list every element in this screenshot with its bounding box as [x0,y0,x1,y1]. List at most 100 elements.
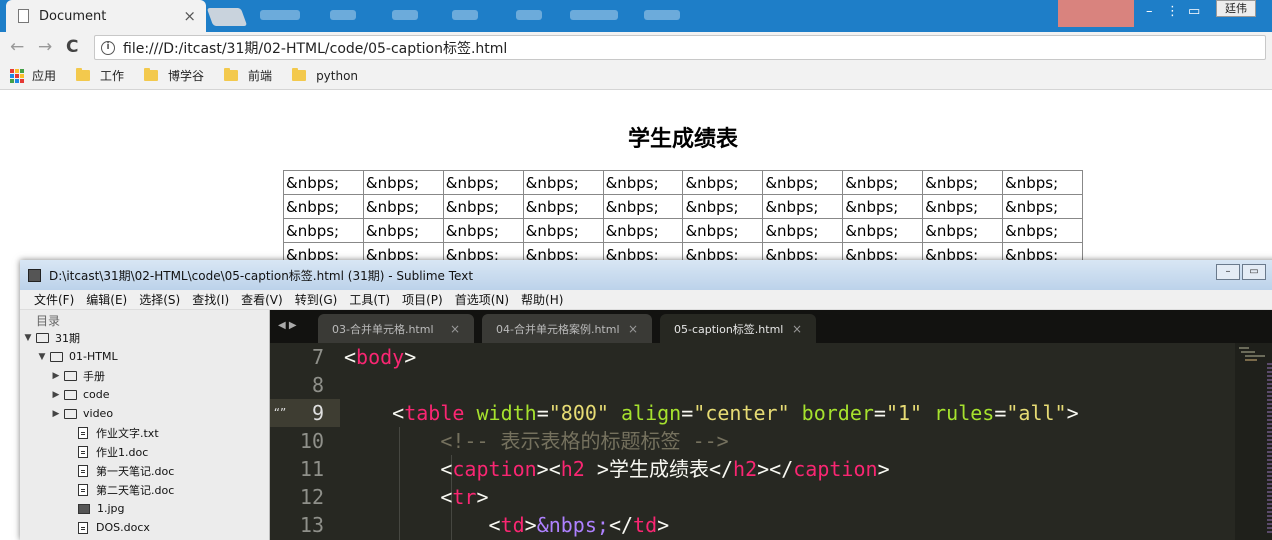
tree-item-label: 作业文字.txt [96,426,159,440]
window-title: D:\itcast\31期\02-HTML\code\05-caption标签.… [49,268,474,283]
menu-icon[interactable]: ⋮ [1166,4,1179,19]
line-number: 10 [299,429,324,453]
disclosure-open-icon[interactable]: ▼ [36,352,48,362]
table-row: &nbps; &nbps; &nbps; &nbps; &nbps; &nbps; &nbp… [283,170,1083,195]
file-icon [78,483,88,496]
tab-04-merge-cells-example[interactable]: 04-合并单元格案例.html × [482,314,652,343]
tree-folder[interactable]: ▶ 手册 [20,366,269,385]
disclosure-closed-icon[interactable]: ▶ [50,390,62,400]
folder-icon [292,68,307,81]
table-cell: &nbps; [922,170,1004,195]
maximize-icon[interactable]: ▭ [1188,4,1200,19]
blurred-background-tab [516,10,542,20]
new-tab-button[interactable] [206,8,248,26]
tree-folder[interactable]: ▶ video [20,404,269,423]
bookmark-folder-boxuegu[interactable]: 博学谷 [144,67,204,84]
menu-item[interactable]: 转到(G) [295,291,338,308]
tab-title: Document [39,8,107,24]
file-icon [78,464,88,477]
tree-file[interactable]: 1.jpg [20,499,269,518]
menu-item[interactable]: 帮助(H) [521,291,563,308]
table-cell: &nbps; [283,194,364,219]
table-cell: &nbps; [842,170,924,195]
info-icon[interactable]: i [101,40,115,55]
bookmark-folder-frontend[interactable]: 前端 [224,67,272,84]
blurred-background-tab [260,10,300,20]
folder-icon [50,351,63,362]
tree-file[interactable]: 作业1.doc [20,442,269,461]
url-text[interactable]: file:///D:/itcast/31期/02-HTML/code/05-ca… [123,38,507,58]
browser-tab-document[interactable]: Document × [6,0,206,32]
minimize-window-icon[interactable]: – [1216,264,1240,280]
menu-item[interactable]: 文件(F) [34,291,74,308]
bookmark-label: python [316,68,359,83]
bookmark-label: 前端 [248,69,273,83]
disclosure-open-icon[interactable]: ▼ [22,333,34,343]
close-icon[interactable]: × [628,322,638,336]
address-bar[interactable]: i file:///D:/itcast/31期/02-HTML/code/05-… [94,35,1266,60]
close-tab-icon[interactable]: × [183,7,196,25]
menu-item[interactable]: 选择(S) [139,291,180,308]
tab-03-merge-cells[interactable]: 03-合并单元格.html × [318,314,474,343]
tree-file[interactable]: 作业文字.txt [20,423,269,442]
table-cell: &nbps; [442,194,524,219]
tree-file[interactable]: 第一天笔记.doc [20,461,269,480]
bookmark-label: 博学谷 [168,69,205,83]
folder-icon [76,68,91,81]
tree-folder[interactable]: ▼ 31期 [20,328,269,347]
minimize-icon[interactable]: – [1146,4,1153,19]
sublime-window: D:\itcast\31期\02-HTML\code\05-caption标签.… [20,260,1272,540]
minimap[interactable] [1235,343,1272,540]
menu-item[interactable]: 首选项(N) [455,291,509,308]
line-number: 7 [311,345,324,369]
blurred-overlay-block [1058,0,1134,27]
apps-grid-icon [10,68,24,83]
bookmark-label: 工作 [100,69,125,83]
tree-item-label: 31期 [55,331,80,345]
file-icon [78,445,88,458]
blurred-background-tab [644,10,680,20]
menu-item[interactable]: 查看(V) [241,291,283,308]
sublime-menu-bar: 文件(F) 编辑(E) 选择(S) 查找(I) 查看(V) 转到(G) 工具(T) 项目(P)… [20,290,1272,310]
tree-file[interactable]: DOS.docx [20,518,269,537]
bookmark-folder-work[interactable]: 工作 [76,67,124,84]
back-arrow-icon[interactable]: ← [10,37,24,57]
reload-icon[interactable]: C [66,37,78,57]
table-cell: &nbps; [602,170,684,195]
bookmark-apps[interactable]: 应用 [10,67,56,84]
forward-arrow-icon[interactable]: → [38,37,52,57]
blurred-background-tab [452,10,478,20]
table-cell: &nbps; [1002,170,1083,195]
code-editor[interactable]: “” 7 8 9 10 11 12 13 <body> <table width="800"… [270,343,1272,540]
tree-folder[interactable]: ▶ code [20,385,269,404]
bookmark-label: 应用 [32,69,57,83]
table-cell: &nbps; [682,218,764,243]
line-number: 9 [311,401,324,425]
code-line: <tr> [440,485,489,509]
menu-item[interactable]: 项目(P) [402,291,443,308]
menu-item[interactable]: 工具(T) [349,291,390,308]
close-icon[interactable]: × [792,322,802,336]
close-icon[interactable]: × [450,322,460,336]
file-tree: ▼ 31期 ▼ 01-HTML ▶ 手册 ▶ code ▶ video 作业文字.txt 作业1.do… [20,328,269,537]
maximize-window-icon[interactable]: ▭ [1242,264,1266,280]
code-line: <td>&nbps;</td> [488,513,670,537]
editor-tab-bar: ◀ ▶ 03-合并单元格.html × 04-合并单元格案例.html × 05-c… [270,310,1272,343]
user-profile-button[interactable]: 廷伟 [1216,0,1256,17]
tree-file[interactable]: 第二天笔记.doc [20,480,269,499]
tab-05-caption[interactable]: 05-caption标签.html × [660,314,816,343]
menu-item[interactable]: 编辑(E) [86,291,127,308]
table-cell: &nbps; [442,170,524,195]
disclosure-closed-icon[interactable]: ▶ [50,371,62,381]
table-cell: &nbps; [1002,218,1083,243]
table-cell: &nbps; [522,170,604,195]
tree-folder[interactable]: ▼ 01-HTML [20,347,269,366]
table-cell: &nbps; [442,218,524,243]
bookmark-folder-python[interactable]: python [292,68,359,83]
tab-scroll-arrows-icon[interactable]: ◀ ▶ [278,320,297,331]
menu-item[interactable]: 查找(I) [192,291,229,308]
table-cell: &nbps; [362,170,444,195]
disclosure-closed-icon[interactable]: ▶ [50,409,62,419]
table-cell: &nbps; [762,170,844,195]
file-icon [78,521,88,534]
